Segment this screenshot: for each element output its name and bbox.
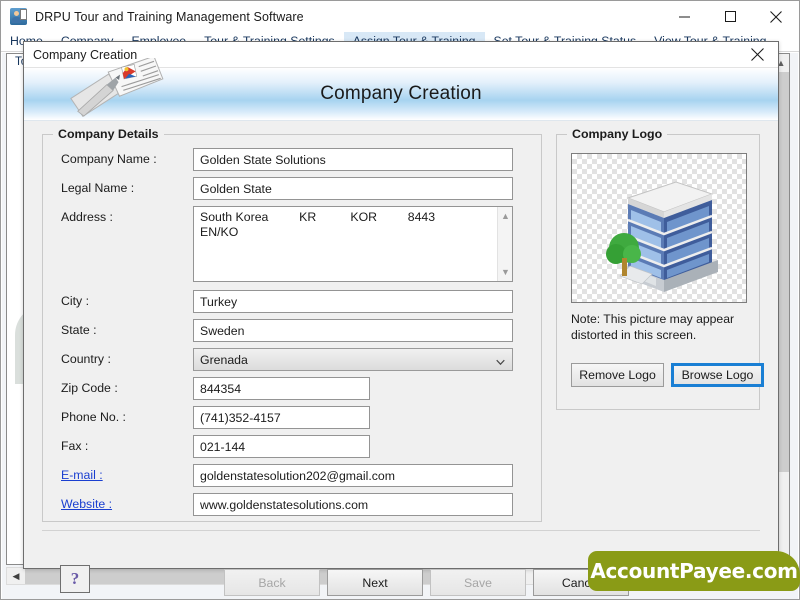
- address-scrollbar[interactable]: ▲ ▼: [497, 207, 512, 281]
- city-label: City :: [61, 294, 89, 308]
- fax-label: Fax :: [61, 439, 88, 453]
- dialog-body: Company Details Company Name : Golden St…: [24, 122, 778, 568]
- back-button[interactable]: Back: [224, 569, 320, 596]
- fax-input[interactable]: 021-144: [193, 435, 370, 458]
- remove-logo-button[interactable]: Remove Logo: [571, 363, 664, 387]
- help-button[interactable]: ?: [60, 565, 90, 593]
- state-input[interactable]: Sweden: [193, 319, 513, 342]
- dialog-close-icon[interactable]: [736, 42, 778, 67]
- save-button[interactable]: Save: [430, 569, 526, 596]
- company-details-group-title: Company Details: [53, 127, 164, 141]
- logo-preview[interactable]: [571, 153, 747, 303]
- company-logo-group-title: Company Logo: [567, 127, 667, 141]
- company-logo-group: Company Logo: [556, 134, 760, 410]
- scroll-left-icon[interactable]: ◀: [7, 568, 25, 584]
- office-building-icon: [572, 291, 747, 303]
- accountpayee-watermark: AccountPayee.com: [588, 551, 800, 591]
- app-logo-icon: [10, 8, 27, 25]
- maximize-icon[interactable]: [707, 1, 753, 32]
- website-input[interactable]: www.goldenstatesolutions.com: [193, 493, 513, 516]
- notebook-pen-icon: [60, 58, 180, 120]
- logo-note-text: Note: This picture may appear distorted …: [571, 311, 751, 343]
- legal-name-input[interactable]: Golden State: [193, 177, 513, 200]
- application-window: DRPU Tour and Training Management Softwa…: [0, 0, 800, 600]
- field-row-website: Website : www.goldenstatesolutions.com: [43, 493, 541, 519]
- field-row-state: State : Sweden: [43, 319, 541, 345]
- close-icon[interactable]: [753, 1, 799, 32]
- dialog-header-banner: Company Creation: [24, 68, 778, 121]
- field-row-address: Address : South Korea KR KOR 8443 EN/KO …: [43, 206, 541, 284]
- phone-no-label: Phone No. :: [61, 410, 126, 424]
- next-button[interactable]: Next: [327, 569, 423, 596]
- legal-name-label: Legal Name :: [61, 181, 134, 195]
- country-selected-value: Grenada: [200, 353, 248, 367]
- field-row-company-name: Company Name : Golden State Solutions: [43, 148, 541, 174]
- field-row-fax: Fax : 021-144: [43, 435, 541, 461]
- email-label-link[interactable]: E-mail :: [61, 468, 103, 482]
- field-row-email: E-mail : goldenstatesolution202@gmail.co…: [43, 464, 541, 490]
- minimize-icon[interactable]: [661, 1, 707, 32]
- state-label: State :: [61, 323, 97, 337]
- address-textarea[interactable]: South Korea KR KOR 8443 EN/KO ▲ ▼: [193, 206, 513, 282]
- email-input[interactable]: goldenstatesolution202@gmail.com: [193, 464, 513, 487]
- field-row-zip-code: Zip Code : 844354: [43, 377, 541, 403]
- website-label-link[interactable]: Website :: [61, 497, 112, 511]
- company-creation-dialog: Company Creation: [23, 41, 779, 569]
- scroll-down-icon[interactable]: ▼: [498, 265, 513, 279]
- field-row-phone-no: Phone No. : (741)352-4157: [43, 406, 541, 432]
- chevron-down-icon: [496, 354, 505, 363]
- browse-logo-button[interactable]: Browse Logo: [671, 363, 764, 387]
- field-row-city: City : Turkey: [43, 290, 541, 316]
- address-value: South Korea KR KOR 8443 EN/KO: [200, 210, 490, 240]
- zip-code-label: Zip Code :: [61, 381, 118, 395]
- company-name-input[interactable]: Golden State Solutions: [193, 148, 513, 171]
- scroll-up-icon[interactable]: ▲: [498, 209, 513, 223]
- city-input[interactable]: Turkey: [193, 290, 513, 313]
- company-name-label: Company Name :: [61, 152, 157, 166]
- field-row-legal-name: Legal Name : Golden State: [43, 177, 541, 203]
- window-controls: [661, 1, 799, 32]
- country-label: Country :: [61, 352, 111, 366]
- field-row-country: Country : Grenada: [43, 348, 541, 374]
- title-bar: DRPU Tour and Training Management Softwa…: [1, 1, 799, 32]
- country-select[interactable]: Grenada: [193, 348, 513, 371]
- zip-code-input[interactable]: 844354: [193, 377, 370, 400]
- address-label: Address :: [61, 210, 113, 224]
- company-details-group: Company Details Company Name : Golden St…: [42, 134, 542, 522]
- app-title: DRPU Tour and Training Management Softwa…: [35, 10, 304, 24]
- phone-no-input[interactable]: (741)352-4157: [193, 406, 370, 429]
